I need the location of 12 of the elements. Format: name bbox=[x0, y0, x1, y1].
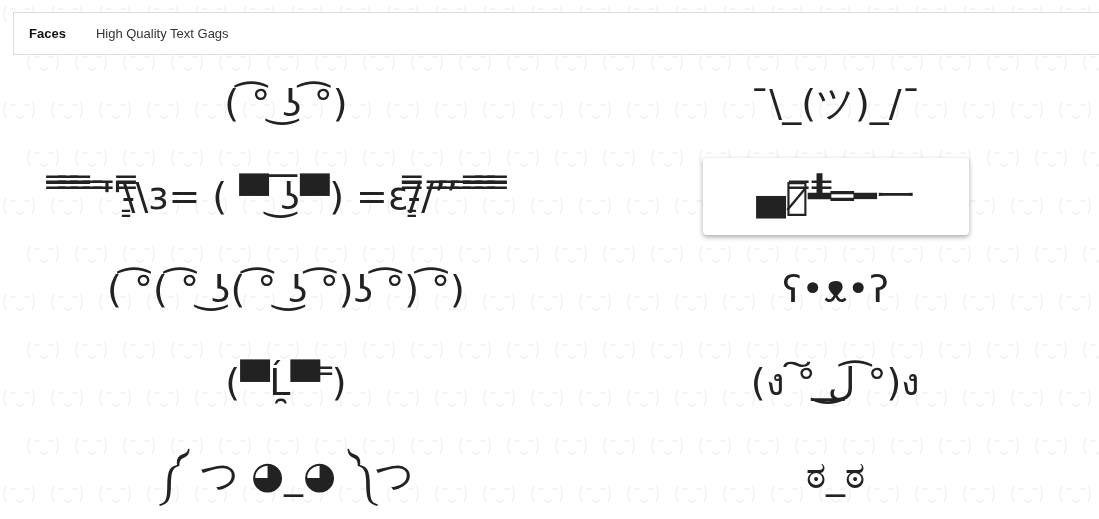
emoticon[interactable]: ༼ つ ◕_◕ ༽つ bbox=[133, 435, 439, 516]
emoticon[interactable]: ʕ•ᴥ•ʔ bbox=[758, 249, 913, 330]
tab[interactable]: Faces bbox=[29, 26, 66, 41]
emoticon[interactable]: (▀̿Ĺ̯▀̿ ̿) bbox=[201, 342, 371, 423]
emoticon[interactable]: ( ͡°( ͡° ͜ʖ( ͡° ͜ʖ ͡°)ʖ ͡°) ͡°) bbox=[83, 249, 489, 330]
emoticon[interactable]: ¯\_(ツ)_/¯ bbox=[726, 63, 945, 144]
emoticon[interactable]: (ง ͠° ͟ل͜ ͡°)ง bbox=[726, 342, 945, 423]
emoticon[interactable]: ̿̿ ̿̿ ̿̿ ̿'̿'\̵͇̿̿\з= ( ▀ ͜͞ʖ▀) =ε/̵͇̿̿/’̿’̿ ̿ ̿̿ ̿̿ ̿̿ bbox=[41, 156, 531, 237]
emoticon-card[interactable]: ▄︻̷̿┻̿═━一 bbox=[702, 158, 969, 235]
tab[interactable]: High Quality Text Gags bbox=[95, 26, 229, 41]
emoticon[interactable]: ( ͡° ͜ʖ ͡°) bbox=[200, 63, 372, 144]
emoticon[interactable]: ಠ_ಠ bbox=[782, 435, 889, 516]
